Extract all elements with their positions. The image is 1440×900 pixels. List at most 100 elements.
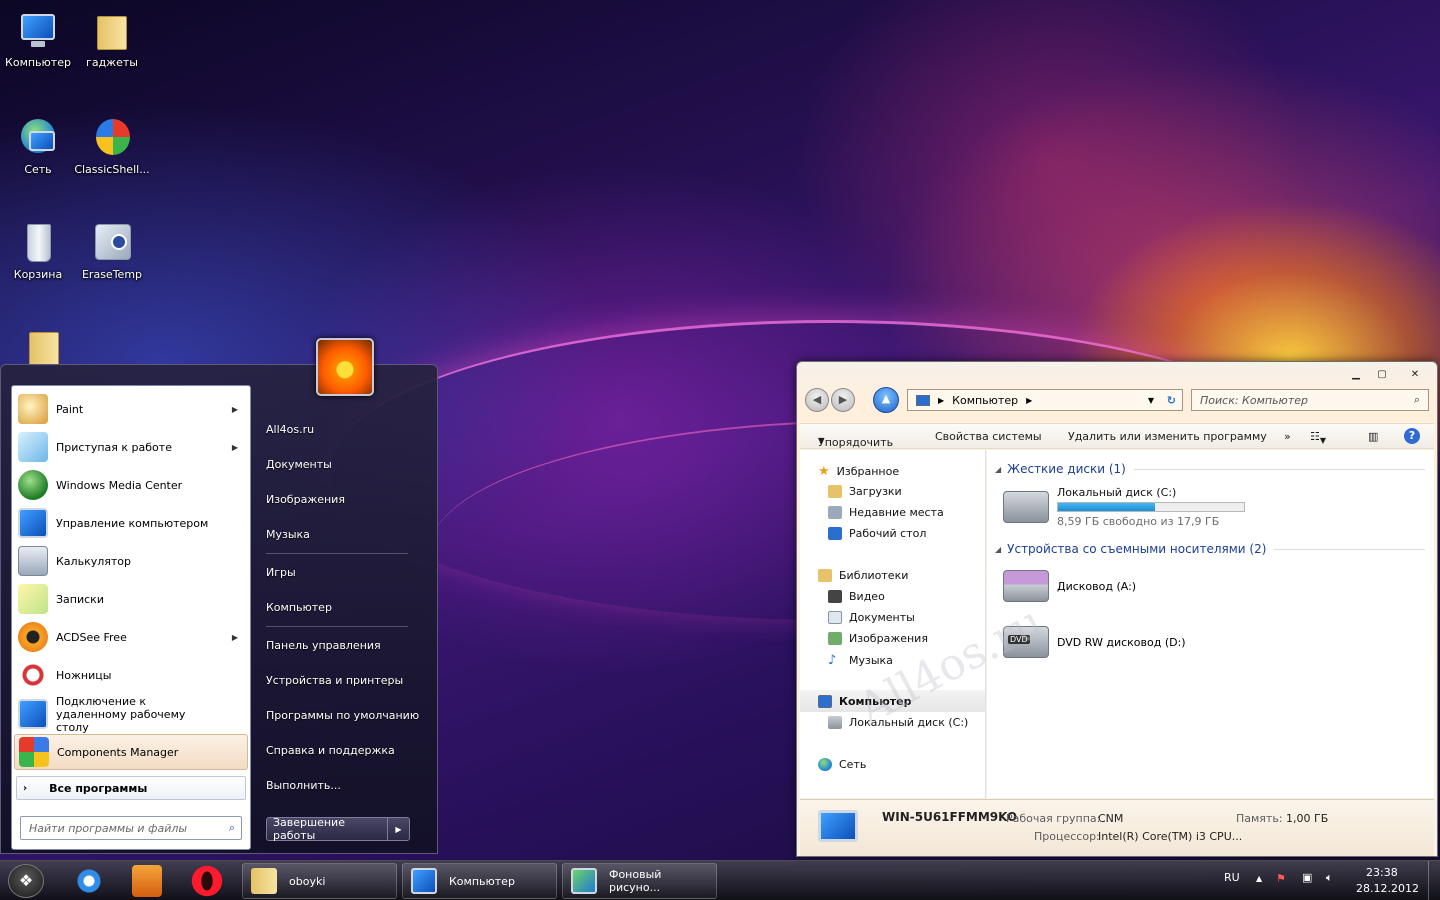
clock-time[interactable]: 23:38 [1366, 866, 1398, 879]
show-hidden-icons-icon[interactable]: ▲ [1256, 874, 1262, 883]
program-computer-management[interactable]: Управление компьютером [14, 505, 248, 541]
user-picture-avatar[interactable] [316, 338, 374, 396]
link-documents[interactable]: Документы [266, 458, 332, 471]
breadcrumb-computer[interactable]: Компьютер [952, 394, 1018, 407]
shutdown-label: Завершение работы [267, 816, 388, 842]
desktop-icon-recycle-bin[interactable]: Корзина [0, 222, 76, 281]
chevron-down-icon: ▼ [818, 436, 825, 445]
program-label: ACDSee Free [56, 630, 127, 644]
action-center-flag-icon[interactable]: ⚑ [1276, 872, 1286, 885]
clock-date[interactable]: 28.12.2012 [1356, 882, 1419, 895]
link-default-programs[interactable]: Программы по умолчанию [266, 709, 419, 722]
show-desktop-button[interactable] [1428, 861, 1440, 900]
nav-label: Избранное [836, 465, 900, 478]
cpu-label: Процессор: [1034, 830, 1100, 843]
taskbar-button-computer[interactable]: Компьютер [402, 863, 557, 899]
program-getting-started[interactable]: Приступая к работе ▶ [14, 429, 248, 465]
link-computer[interactable]: Компьютер [266, 601, 332, 614]
submenu-arrow-icon: ▶ [231, 632, 238, 642]
nav-label: Загрузки [849, 485, 902, 498]
desktop-icon-erasetemp[interactable]: EraseTemp [74, 222, 150, 281]
network-icon [818, 758, 832, 771]
program-components-manager[interactable]: Components Manager [14, 734, 248, 770]
link-run[interactable]: Выполнить... [266, 779, 341, 792]
drive-a[interactable]: Дисковод (A:) [1003, 570, 1136, 602]
group-header-hard-disks[interactable]: ◢ Жесткие диски (1) [995, 462, 1425, 476]
link-music[interactable]: Музыка [266, 528, 310, 541]
change-view-icon[interactable]: ☷ ▼ [1310, 430, 1326, 445]
memory-value: 1,00 ГБ [1286, 812, 1329, 825]
more-commands-button[interactable]: » [1284, 430, 1291, 443]
nav-desktop[interactable]: Рабочий стол [828, 527, 926, 540]
link-control-panel[interactable]: Панель управления [266, 639, 381, 652]
collapse-triangle-icon: ◢ [995, 544, 1002, 554]
internet-explorer-icon[interactable] [70, 865, 108, 897]
system-tray: RU ▲ ⚑ ▣ 🔈︎ 23:38 28.12.2012 [1218, 861, 1440, 900]
preview-pane-icon[interactable]: ▥ [1368, 430, 1378, 443]
link-images[interactable]: Изображения [266, 493, 345, 506]
taskbar-button-oboyki[interactable]: oboyki [242, 863, 397, 899]
network-tray-icon[interactable]: ▣ [1302, 871, 1312, 884]
start-button[interactable]: ❖ [8, 864, 44, 898]
nav-video[interactable]: Видео [828, 590, 885, 603]
desktop-icon-network[interactable]: Сеть [0, 117, 76, 176]
link-games[interactable]: Игры [266, 566, 296, 579]
link-devices-printers[interactable]: Устройства и принтеры [266, 674, 403, 687]
system-properties-button[interactable]: Свойства системы [935, 430, 1042, 443]
desktop-icon-classicshell[interactable]: ClassicShell... [74, 117, 150, 176]
taskbar-button-wallpaper[interactable]: Фоновый рисуно... [562, 863, 717, 899]
program-calculator[interactable]: Калькулятор [14, 543, 248, 579]
command-bar: Упорядочить ▼ Свойства системы Удалить и… [800, 423, 1434, 449]
desktop-icon-gadgets[interactable]: гаджеты [74, 10, 150, 69]
shutdown-button[interactable]: Завершение работы ▶ [266, 816, 410, 842]
nav-libraries[interactable]: Библиотеки [818, 569, 908, 582]
nav-music[interactable]: ♪ Музыка [828, 653, 893, 668]
libraries-icon [818, 569, 832, 582]
nav-computer[interactable]: Компьютер [800, 690, 985, 712]
nav-images[interactable]: Изображения [828, 632, 928, 645]
computer-icon [916, 394, 930, 406]
drive-c[interactable]: Локальный диск (C:) 8,59 ГБ свободно из … [1003, 486, 1245, 528]
opera-icon[interactable] [188, 865, 226, 897]
program-remote-desktop[interactable]: Подключение к удаленному рабочему столу [14, 695, 248, 734]
address-history-arrow-icon[interactable]: ▼ [1148, 396, 1154, 405]
up-button[interactable]: ▲ [873, 387, 899, 413]
nav-network[interactable]: Сеть [818, 758, 866, 771]
uninstall-program-button[interactable]: Удалить или изменить программу [1068, 430, 1267, 443]
search-placeholder: Поиск: Компьютер [1200, 393, 1308, 407]
nav-documents[interactable]: Документы [828, 611, 915, 624]
local-disk-icon [828, 716, 842, 729]
forward-button[interactable]: ▶ [831, 388, 855, 412]
volume-icon[interactable]: 🔈︎ [1326, 871, 1333, 885]
language-indicator[interactable]: RU [1224, 871, 1240, 884]
refresh-icon[interactable]: ↻ [1167, 394, 1176, 407]
link-help-support[interactable]: Справка и поддержка [266, 744, 395, 757]
search-input[interactable]: Поиск: Компьютер ⌕ [1191, 389, 1429, 411]
program-acdsee[interactable]: ACDSee Free ▶ [14, 619, 248, 655]
desktop-icon-computer[interactable]: Компьютер [0, 10, 76, 69]
nav-favorites[interactable]: ★ Избранное [818, 464, 899, 479]
nav-recent[interactable]: Недавние места [828, 506, 944, 519]
computer-icon [818, 694, 832, 708]
group-header-removable[interactable]: ◢ Устройства со съемными носителями (2) [995, 542, 1425, 556]
group-title: Устройства со съемными носителями (2) [1007, 542, 1267, 556]
drive-d[interactable]: DVD DVD RW дисковод (D:) [1003, 626, 1186, 658]
address-bar[interactable]: ▶ Компьютер ▶ ▼ ↻ [907, 389, 1183, 411]
nav-local-disk[interactable]: Локальный диск (C:) [828, 716, 968, 729]
calculator-icon [18, 546, 48, 576]
help-icon[interactable]: ? [1404, 428, 1420, 444]
nav-downloads[interactable]: Загрузки [828, 485, 902, 498]
start-search-input[interactable]: Найти программы и файлы ⌕ [20, 816, 242, 840]
back-button[interactable]: ◀ [805, 388, 829, 412]
program-sticky-notes[interactable]: Записки [14, 581, 248, 617]
program-media-center[interactable]: Windows Media Center [14, 467, 248, 503]
shutdown-options-arrow-icon[interactable]: ▶ [388, 825, 409, 834]
link-all4os[interactable]: All4os.ru [266, 423, 314, 436]
program-scissors[interactable]: Ножницы [14, 657, 248, 693]
media-player-icon[interactable] [132, 865, 162, 897]
close-icon[interactable]: ✕ [1401, 367, 1429, 383]
minimize-icon[interactable]: ▁ [1345, 367, 1367, 383]
maximize-icon[interactable]: ▢ [1371, 367, 1393, 383]
program-paint[interactable]: Paint ▶ [14, 391, 248, 427]
all-programs-button[interactable]: › Все программы [16, 776, 246, 800]
